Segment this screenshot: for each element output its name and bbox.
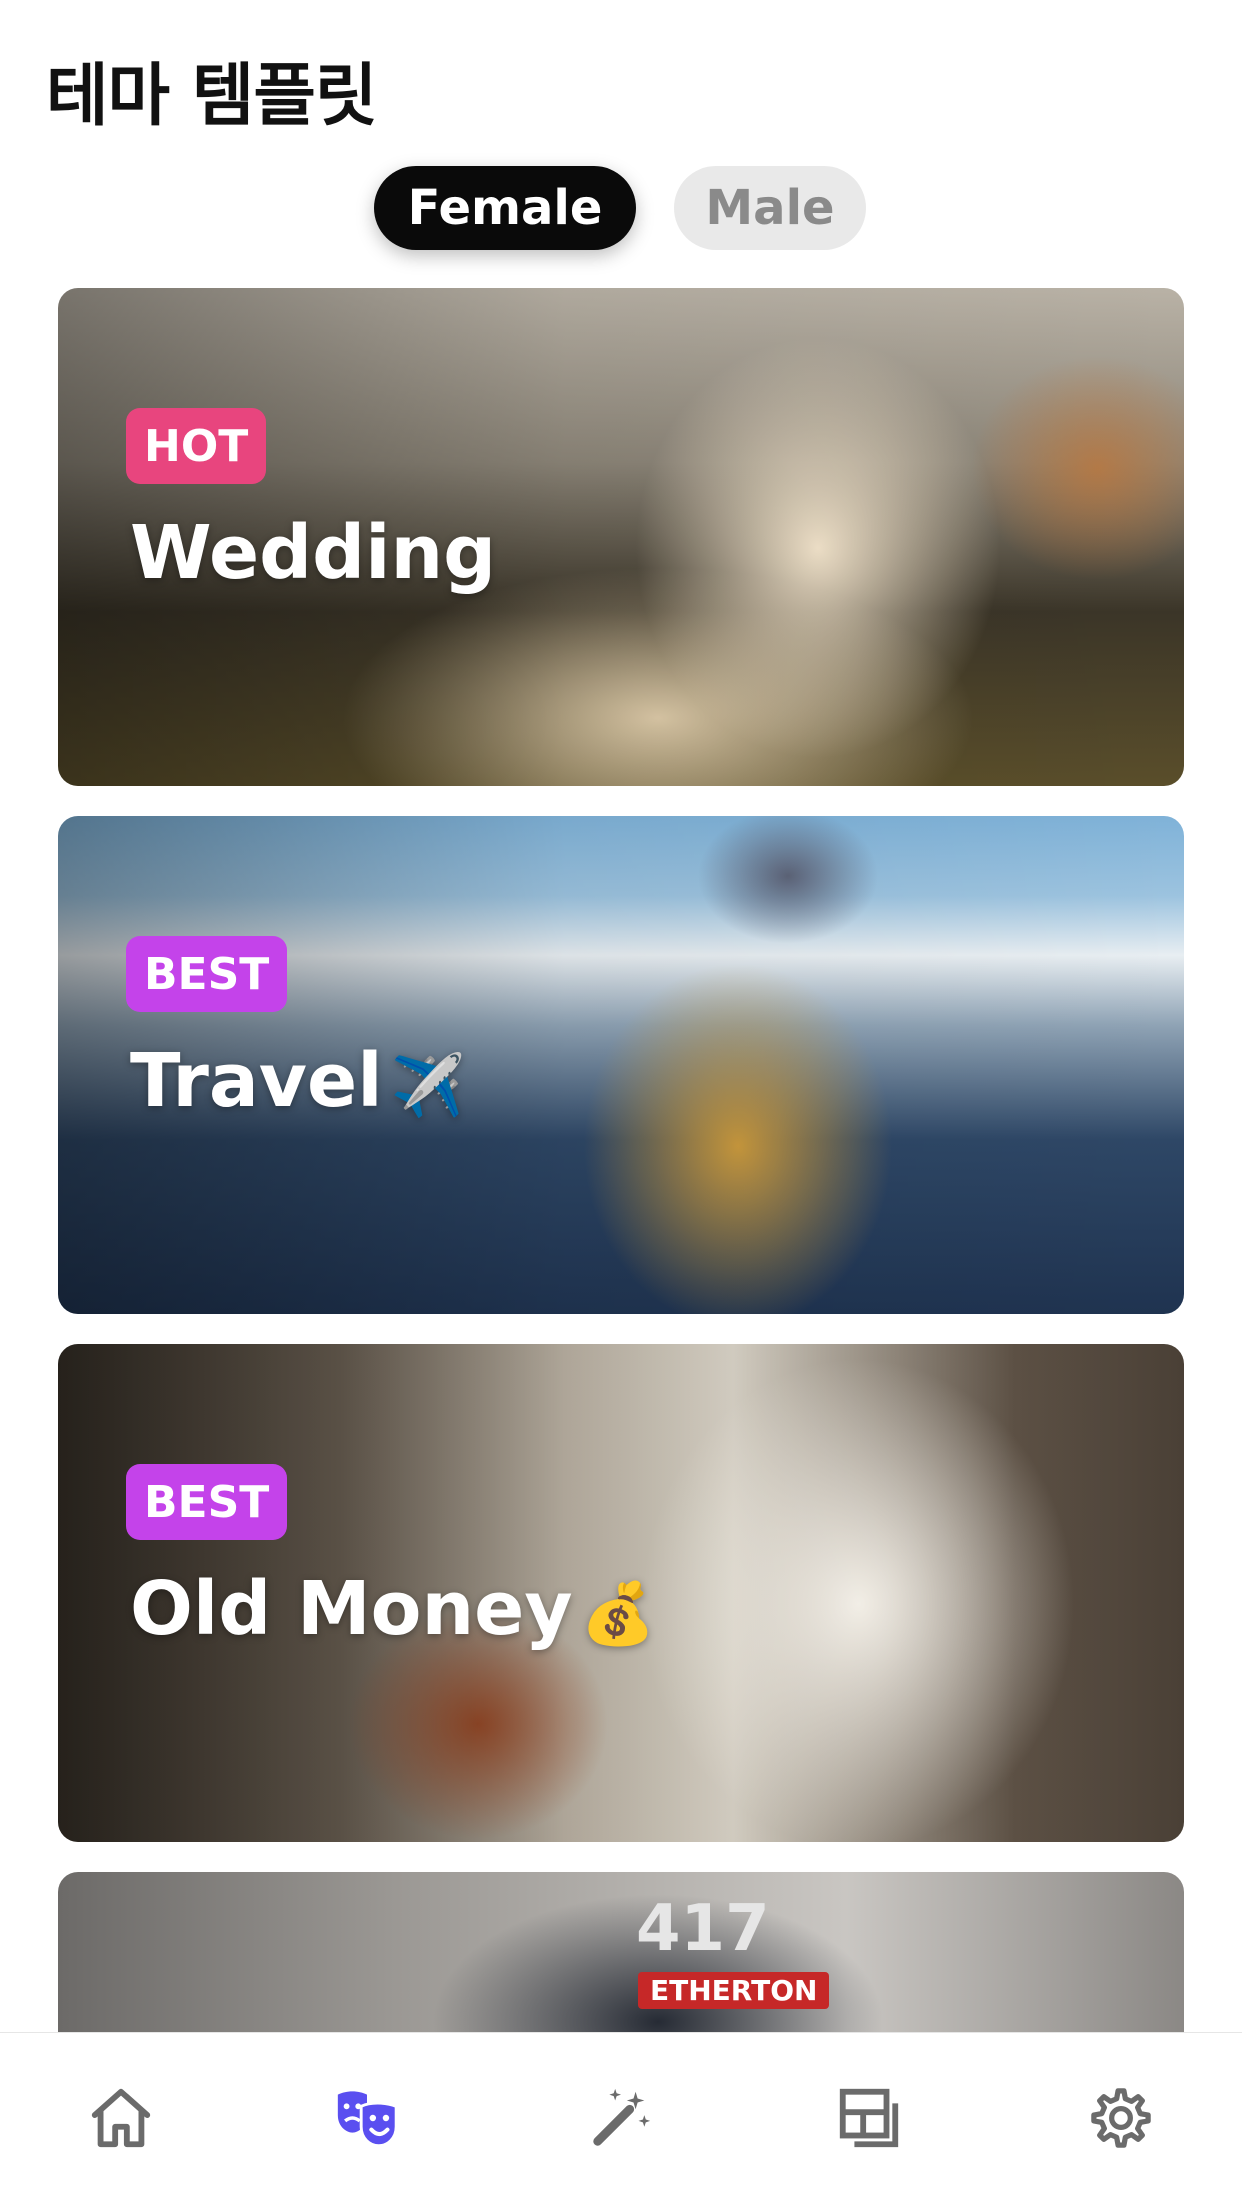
nav-gallery[interactable] <box>824 2073 914 2163</box>
template-card-wedding[interactable]: HOT Wedding <box>58 288 1184 786</box>
template-card-travel[interactable]: BEST Travel ✈️ <box>58 816 1184 1314</box>
helmet-number: 417 <box>636 1892 770 1966</box>
template-title-text: Wedding <box>130 510 497 596</box>
template-title: Old Money 💰 <box>130 1566 655 1652</box>
best-badge: BEST <box>126 936 288 1012</box>
magic-wand-icon <box>593 2088 651 2146</box>
bottom-nav <box>0 2032 1242 2209</box>
layout-icon <box>839 2088 899 2148</box>
helmet-label: ETHERTON <box>638 1972 830 2009</box>
gender-option-male[interactable]: Male <box>674 166 866 250</box>
template-card-old-money[interactable]: BEST Old Money 💰 <box>58 1344 1184 1842</box>
gear-icon <box>1091 2088 1151 2148</box>
template-title-text: Old Money <box>130 1566 573 1652</box>
template-title: Wedding <box>130 510 496 596</box>
template-title-text: Travel <box>130 1038 383 1124</box>
money-bag-icon: 💰 <box>580 1579 656 1649</box>
airplane-icon: ✈️ <box>390 1051 466 1121</box>
gender-toggle: Female Male <box>374 166 866 250</box>
gender-option-female[interactable]: Female <box>374 166 636 250</box>
template-title: Travel ✈️ <box>130 1038 465 1124</box>
best-badge: BEST <box>126 1464 288 1540</box>
nav-magic[interactable] <box>576 2073 666 2163</box>
page-title: 테마 템플릿 <box>46 57 377 136</box>
nav-home[interactable] <box>76 2073 166 2163</box>
nav-themes[interactable] <box>322 2073 412 2163</box>
home-icon <box>91 2088 151 2148</box>
theater-masks-icon <box>337 2091 398 2148</box>
hot-badge: HOT <box>126 408 267 484</box>
nav-settings[interactable] <box>1076 2073 1166 2163</box>
